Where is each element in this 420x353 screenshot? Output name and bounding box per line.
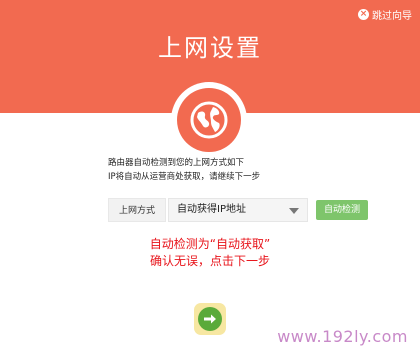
globe-icon bbox=[177, 88, 241, 152]
skip-wizard-label: 跳过向导 bbox=[372, 10, 412, 22]
globe-badge bbox=[171, 82, 247, 158]
connection-type-label: 上网方式 bbox=[108, 198, 166, 222]
close-circle-icon: × bbox=[358, 8, 369, 20]
page-title: 上网设置 bbox=[158, 34, 262, 62]
info-line-2: IP将自动从运营商处获取，请继续下一步 bbox=[108, 172, 261, 182]
chevron-down-icon bbox=[289, 208, 299, 214]
watermark: www.192ly.com bbox=[277, 327, 408, 346]
connection-type-row: 上网方式 自动获得IP地址 自动检测 bbox=[108, 198, 368, 222]
auto-detect-button[interactable]: 自动检测 bbox=[316, 200, 368, 220]
detection-info: 路由器自动检测到您的上网方式如下 IP将自动从运营商处获取，请继续下一步 bbox=[108, 156, 408, 184]
annotation-line-2: 确认无误，点击下一步 bbox=[149, 254, 270, 268]
annotation-note: 自动检测为“自动获取” 确认无误，点击下一步 bbox=[0, 236, 420, 270]
connection-type-select[interactable]: 自动获得IP地址 bbox=[168, 198, 308, 222]
skip-wizard-link[interactable]: × 跳过向导 bbox=[358, 7, 412, 22]
connection-type-value: 自动获得IP地址 bbox=[177, 204, 246, 215]
annotation-line-1: 自动检测为“自动获取” bbox=[149, 237, 271, 251]
info-line-1: 路由器自动检测到您的上网方式如下 bbox=[108, 158, 245, 168]
arrow-right-icon bbox=[198, 307, 222, 331]
next-step-button[interactable] bbox=[194, 303, 226, 335]
